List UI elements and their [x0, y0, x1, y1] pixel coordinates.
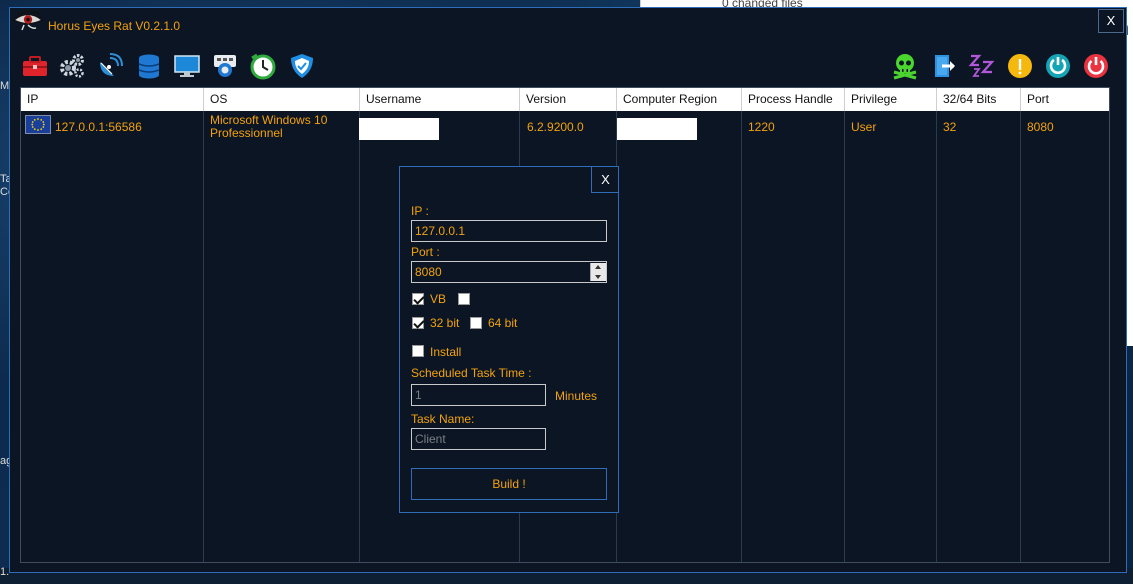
sleep-icon[interactable] [968, 52, 996, 80]
spin-down-arrow-icon[interactable] [591, 272, 606, 281]
title-bar[interactable]: Horus Eyes Rat V0.2.1.0 X [10, 8, 1126, 42]
satellite-icon[interactable] [96, 52, 124, 80]
power-icon[interactable] [1082, 52, 1110, 80]
taskbar-fragment: 1. [0, 566, 10, 578]
redacted-computer-region [617, 118, 697, 140]
cell-process-handle[interactable]: 1220 [748, 121, 775, 134]
build-button[interactable]: Build ! [411, 468, 607, 500]
64bit-checkbox[interactable] [470, 317, 482, 329]
scheduled-task-time-label: Scheduled Task Time : [411, 366, 532, 380]
toolbox-icon[interactable] [21, 52, 49, 80]
vb-label: VB [430, 292, 447, 306]
skull-icon[interactable] [891, 52, 919, 80]
scheduled-task-time-input[interactable]: 1 [411, 384, 546, 406]
ip-label: IP : [411, 204, 429, 218]
monitor-icon[interactable] [173, 52, 201, 80]
column-header-process-handle[interactable]: Process Handle [742, 88, 845, 111]
clock-icon[interactable] [249, 52, 277, 80]
64bit-label: 64 bit [488, 316, 518, 330]
ip-input[interactable]: 127.0.0.1 [411, 220, 607, 242]
spin-up-arrow-icon[interactable] [591, 263, 606, 272]
cell-privilege[interactable]: User [851, 121, 876, 134]
port-spinner [590, 263, 606, 281]
install-label: Install [430, 345, 462, 359]
dialog-close-button[interactable]: X [591, 167, 619, 193]
cell-os-line2[interactable]: Professionnel [210, 127, 283, 140]
webcam-icon[interactable] [211, 52, 239, 80]
cell-ip[interactable]: 127.0.0.1:56586 [55, 121, 142, 134]
port-value: 8080 [415, 265, 442, 279]
column-divider [936, 111, 937, 562]
column-header-privilege[interactable]: Privilege [845, 88, 937, 111]
eu-flag-icon [25, 115, 51, 134]
database-icon[interactable] [135, 52, 163, 80]
task-name-input[interactable]: Client [411, 428, 546, 450]
csharp-label: C# [475, 292, 491, 306]
column-header-version[interactable]: Version [520, 88, 617, 111]
warning-icon[interactable] [1006, 52, 1034, 80]
gears-icon[interactable] [58, 52, 86, 80]
column-header-ip[interactable]: IP [21, 88, 204, 111]
install-checkbox[interactable] [412, 345, 424, 357]
column-divider [844, 111, 845, 562]
builder-dialog: X IP : 127.0.0.1 Port : 8080 VB C# 32 bi… [399, 166, 619, 513]
restart-icon[interactable] [1044, 52, 1072, 80]
cell-port[interactable]: 8080 [1027, 121, 1054, 134]
minutes-label: Minutes [555, 389, 598, 403]
column-header-port[interactable]: Port [1021, 88, 1109, 111]
eye-of-horus-logo-icon [12, 10, 44, 31]
32bit-label: 32 bit [430, 316, 460, 330]
window-title: Horus Eyes Rat V0.2.1.0 [48, 19, 181, 33]
column-divider [359, 111, 360, 562]
cell-version[interactable]: 6.2.9200.0 [527, 121, 584, 134]
window-close-button[interactable]: X [1098, 9, 1124, 33]
port-label: Port : [411, 245, 440, 259]
column-header-computer-region[interactable]: Computer Region [617, 88, 742, 111]
port-stepper[interactable]: 8080 [411, 261, 607, 283]
column-divider [741, 111, 742, 562]
csharp-checkbox[interactable] [458, 293, 470, 305]
vb-checkbox[interactable] [412, 293, 424, 305]
background-fragment: M [0, 80, 10, 92]
32bit-checkbox[interactable] [412, 317, 424, 329]
task-name-label: Task Name: [411, 412, 475, 426]
cell-bits[interactable]: 32 [943, 121, 956, 134]
redacted-username [359, 118, 439, 140]
logout-icon[interactable] [930, 52, 958, 80]
column-header-os[interactable]: OS [204, 88, 360, 111]
shield-icon[interactable] [288, 52, 316, 80]
column-header-username[interactable]: Username [360, 88, 520, 111]
column-divider [1020, 111, 1021, 562]
column-divider [203, 111, 204, 562]
grid-header: IP OS Username Version Computer Region P… [21, 88, 1109, 111]
column-header-bits[interactable]: 32/64 Bits [937, 88, 1021, 111]
